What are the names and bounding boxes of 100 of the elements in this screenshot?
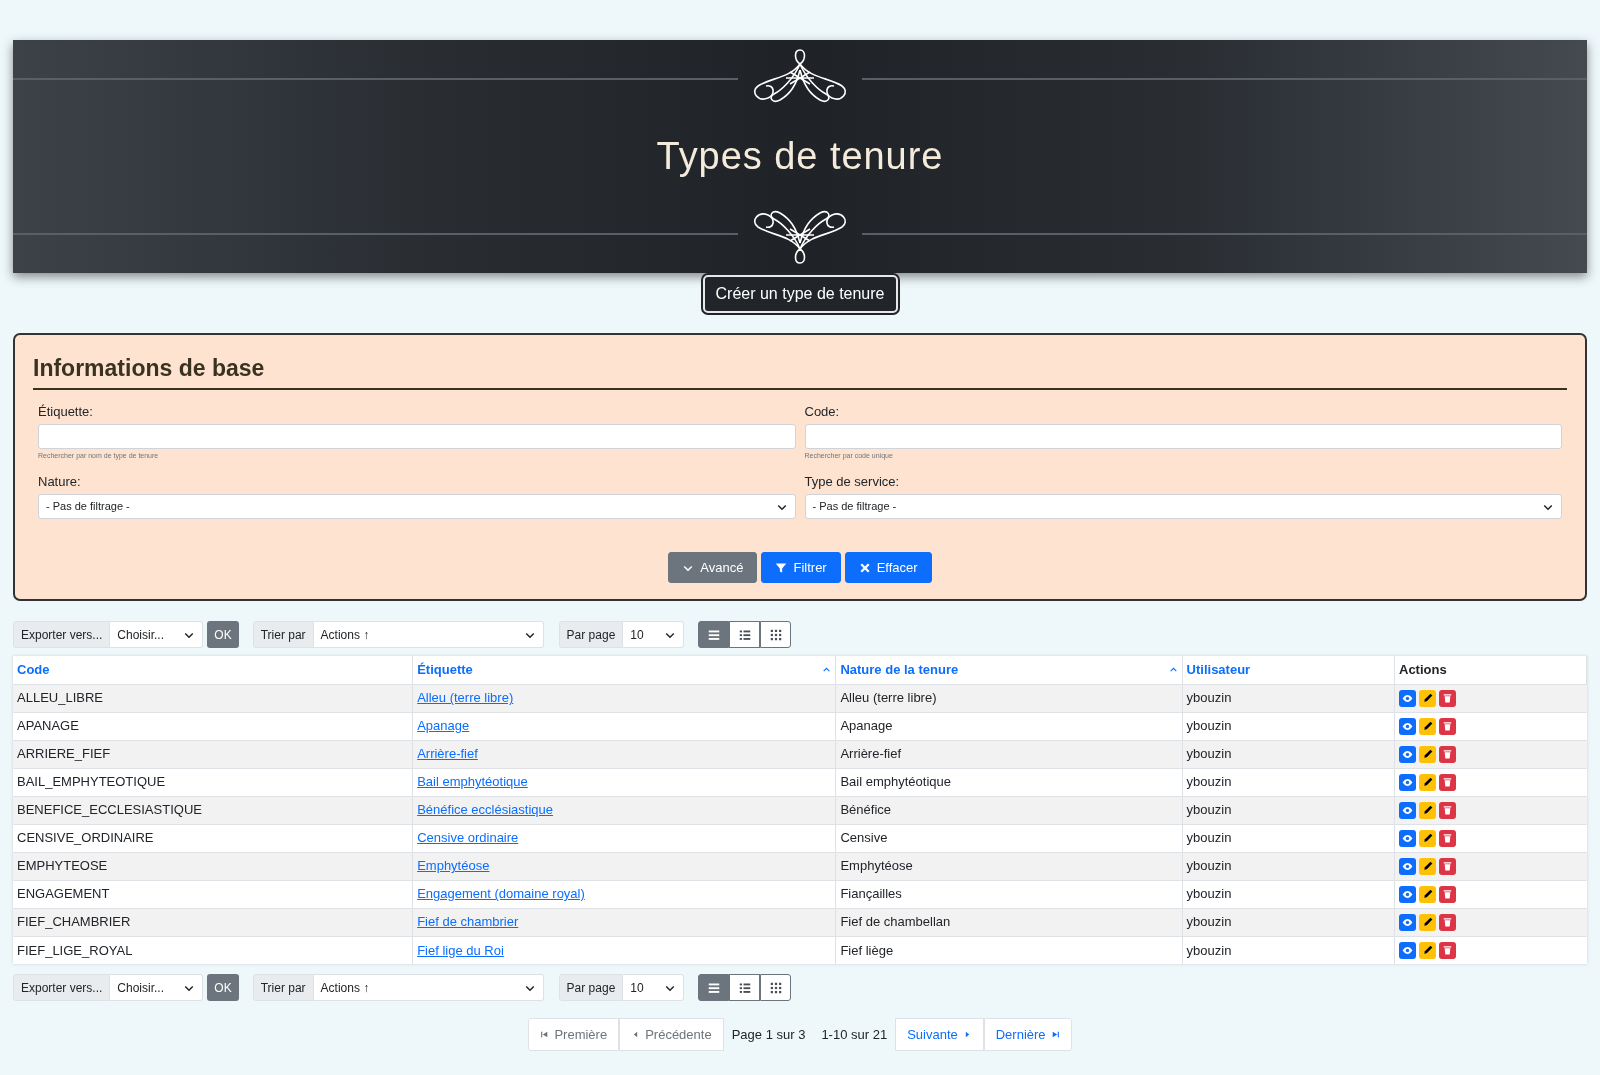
label-link[interactable]: Censive ordinaire <box>417 830 519 846</box>
create-button[interactable]: Créer un type de tenure <box>702 275 898 313</box>
column-header-link[interactable]: Étiquette <box>417 660 473 680</box>
label-link[interactable]: Bail emphytéotique <box>417 774 528 790</box>
label-link[interactable]: Arrière-fief <box>417 746 478 762</box>
view-toggle-button[interactable] <box>698 621 730 648</box>
edit-button[interactable] <box>1419 941 1436 959</box>
delete-button[interactable] <box>1439 717 1456 735</box>
delete-button[interactable] <box>1439 745 1456 763</box>
page-title: Types de tenure <box>656 134 944 179</box>
eye-icon <box>1402 860 1413 872</box>
delete-button[interactable] <box>1439 689 1456 707</box>
view-toggle-button[interactable] <box>760 621 792 648</box>
select-field[interactable]: - Pas de filtrage - <box>38 494 796 519</box>
panel-title: Informations de base <box>33 354 266 383</box>
pencil-icon <box>1422 777 1433 787</box>
sort-select[interactable]: Actions ↑ <box>313 621 544 648</box>
ok-button[interactable]: OK <box>207 621 239 648</box>
table-cell: CENSIVE_ORDINAIRE <box>17 830 154 846</box>
view-toggle-button[interactable] <box>729 621 761 648</box>
view-toggle-button[interactable] <box>729 974 761 1001</box>
edit-button[interactable] <box>1419 857 1436 875</box>
table-cell: ENGAGEMENT <box>17 886 110 902</box>
clear-button[interactable]: Effacer <box>844 552 932 583</box>
edit-button[interactable] <box>1419 829 1436 847</box>
view-button[interactable] <box>1399 829 1416 847</box>
delete-button[interactable] <box>1439 801 1456 819</box>
table-cell: BAIL_EMPHYTEOTIQUE <box>17 774 166 790</box>
view-button[interactable] <box>1399 773 1416 791</box>
column-header-link[interactable]: Nature de la tenure <box>840 660 959 680</box>
view-button[interactable] <box>1399 857 1416 875</box>
export-select[interactable]: Choisir... <box>110 621 204 648</box>
advanced-button[interactable]: Avancé <box>668 552 758 583</box>
per-page-select[interactable]: 10 <box>623 621 685 648</box>
label-link[interactable]: Fief de chambrier <box>417 914 519 930</box>
table-cell: APANAGE <box>17 718 79 734</box>
edit-button[interactable] <box>1419 745 1436 763</box>
list-icon <box>707 981 720 994</box>
export-select[interactable]: Choisir... <box>110 974 204 1001</box>
edit-button[interactable] <box>1419 885 1436 903</box>
bullet-list-icon <box>738 628 751 641</box>
per-page-select[interactable]: 10 <box>623 974 685 1001</box>
label-link[interactable]: Apanage <box>417 718 470 734</box>
page-info: Page 1 sur 3 <box>730 1025 807 1044</box>
view-button[interactable] <box>1399 745 1416 763</box>
eye-icon <box>1402 720 1413 732</box>
label-link[interactable]: Engagement (domaine royal) <box>417 886 585 902</box>
delete-button[interactable] <box>1439 773 1456 791</box>
edit-button[interactable] <box>1419 773 1436 791</box>
view-button[interactable] <box>1399 689 1416 707</box>
edit-button[interactable] <box>1419 801 1436 819</box>
view-button[interactable] <box>1399 717 1416 735</box>
table-cell: ybouzin <box>1186 802 1232 818</box>
view-toggle-button[interactable] <box>760 974 792 1001</box>
list-icon <box>707 628 720 641</box>
trash-icon <box>1443 917 1452 927</box>
view-button[interactable] <box>1399 885 1416 903</box>
pencil-icon <box>1422 833 1433 843</box>
table-cell: Apanage <box>840 718 893 734</box>
view-button[interactable] <box>1399 941 1416 959</box>
delete-button[interactable] <box>1439 857 1456 875</box>
label-link[interactable]: Bénéfice ecclésiastique <box>417 802 553 818</box>
edit-button[interactable] <box>1419 717 1436 735</box>
text-input[interactable] <box>38 424 796 449</box>
eye-icon <box>1402 888 1413 900</box>
trash-icon <box>1443 749 1452 759</box>
pencil-icon <box>1422 861 1433 871</box>
label-link[interactable]: Fief lige du Roi <box>417 942 504 958</box>
sort-label: Trier par <box>252 974 314 1001</box>
edit-button[interactable] <box>1419 689 1436 707</box>
column-header-link[interactable]: Code <box>17 660 50 680</box>
delete-button[interactable] <box>1439 829 1456 847</box>
next-page-button[interactable]: Suivante <box>895 1018 984 1051</box>
view-button[interactable] <box>1399 913 1416 931</box>
delete-button[interactable] <box>1439 941 1456 959</box>
pencil-icon <box>1422 805 1433 815</box>
label-link[interactable]: Emphytéose <box>417 858 490 874</box>
table-cell: ybouzin <box>1186 858 1232 874</box>
column-header-link[interactable]: Utilisateur <box>1186 660 1251 680</box>
ok-button[interactable]: OK <box>207 974 239 1001</box>
text-input[interactable] <box>804 424 1562 449</box>
select-field[interactable]: - Pas de filtrage - <box>804 494 1562 519</box>
eye-icon <box>1402 776 1413 788</box>
view-toggle-button[interactable] <box>698 974 730 1001</box>
table-cell: Bail emphytéotique <box>840 774 951 790</box>
table-cell: ARRIERE_FIEF <box>17 746 111 762</box>
pencil-icon <box>1422 889 1433 899</box>
delete-button[interactable] <box>1439 885 1456 903</box>
last-page-button[interactable]: Dernière <box>983 1018 1072 1051</box>
delete-button[interactable] <box>1439 913 1456 931</box>
filter-button[interactable]: Filtrer <box>761 552 841 583</box>
per-page-label: Par page <box>558 621 624 648</box>
sort-select[interactable]: Actions ↑ <box>313 974 544 1001</box>
edit-button[interactable] <box>1419 913 1436 931</box>
export-label: Exporter vers... <box>13 974 111 1001</box>
eye-icon <box>1402 832 1413 844</box>
view-button[interactable] <box>1399 801 1416 819</box>
table-cell: Bénéfice <box>840 802 891 818</box>
pencil-icon <box>1422 749 1433 759</box>
label-link[interactable]: Alleu (terre libre) <box>417 690 514 706</box>
